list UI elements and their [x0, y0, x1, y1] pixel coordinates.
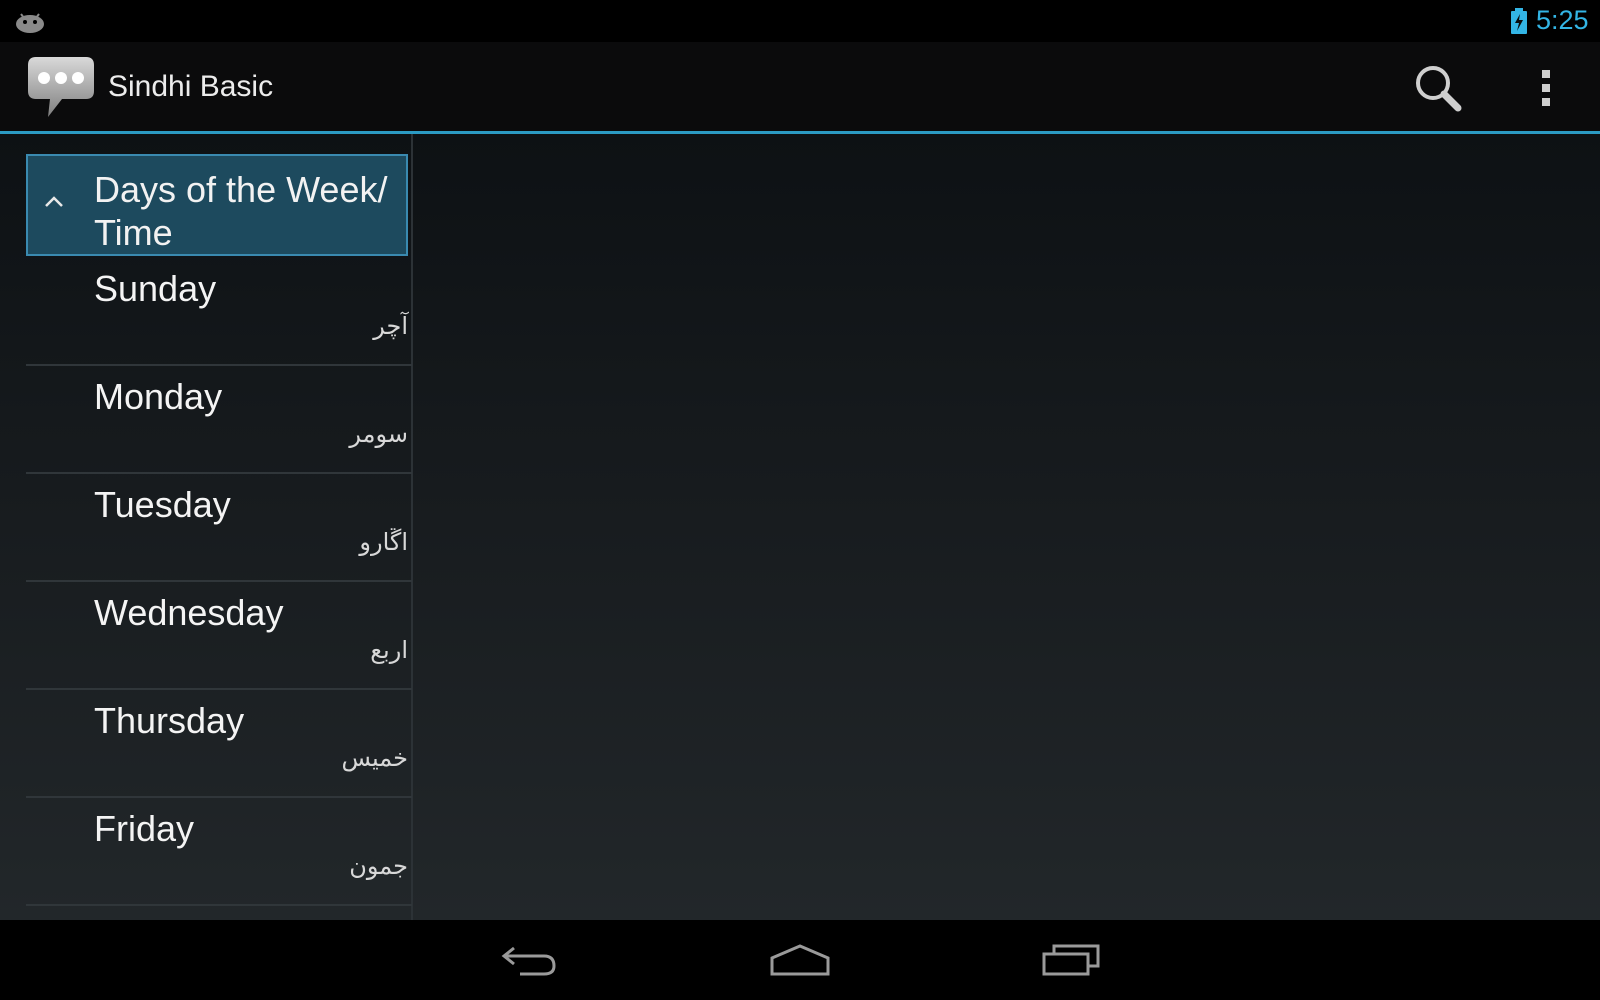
item-english: Tuesday: [94, 484, 231, 525]
android-debug-icon: [16, 13, 44, 33]
home-icon[interactable]: [768, 940, 832, 980]
group-header-days-of-week[interactable]: Days of the Week/ Time: [26, 154, 408, 256]
group-title: Days of the Week/ Time: [94, 169, 388, 253]
chevron-up-icon: [45, 196, 63, 207]
speech-bubble-app-icon[interactable]: [26, 55, 96, 121]
app-title: Sindhi Basic: [108, 70, 274, 103]
status-bar: [0, 0, 1600, 42]
list-item[interactable]: Monday سومر: [26, 366, 412, 474]
search-icon[interactable]: [1412, 62, 1464, 114]
list-item[interactable]: Wednesday اربع: [26, 582, 412, 690]
expandable-list[interactable]: Days of the Week/ Time Sunday آچر Monday…: [26, 154, 412, 920]
content-area: Days of the Week/ Time Sunday آچر Monday…: [0, 134, 1600, 920]
list-item[interactable]: Sunday آچر: [26, 258, 412, 366]
status-time: 5:25: [1536, 5, 1589, 35]
item-sindhi: اڱارو: [359, 528, 408, 556]
item-sindhi: سومر: [349, 420, 408, 448]
list-item[interactable]: Tuesday اڱارو: [26, 474, 412, 582]
battery-charging-icon: [1511, 8, 1527, 34]
item-sindhi: خميس: [341, 744, 408, 772]
item-english: Wednesday: [94, 592, 284, 633]
list-item[interactable]: Thursday خميس: [26, 690, 412, 798]
item-english: Monday: [94, 376, 223, 417]
item-english: Friday: [94, 808, 195, 849]
overflow-menu-icon[interactable]: [1538, 68, 1554, 108]
item-sindhi: اربع: [370, 636, 408, 664]
back-icon[interactable]: [500, 940, 560, 980]
recents-icon[interactable]: [1040, 940, 1102, 980]
item-english: Thursday: [94, 700, 245, 741]
list-item[interactable]: Friday جمون: [26, 798, 412, 906]
item-sindhi: آچر: [373, 312, 408, 340]
item-english: Sunday: [94, 268, 217, 309]
item-sindhi: جمون: [349, 852, 408, 880]
